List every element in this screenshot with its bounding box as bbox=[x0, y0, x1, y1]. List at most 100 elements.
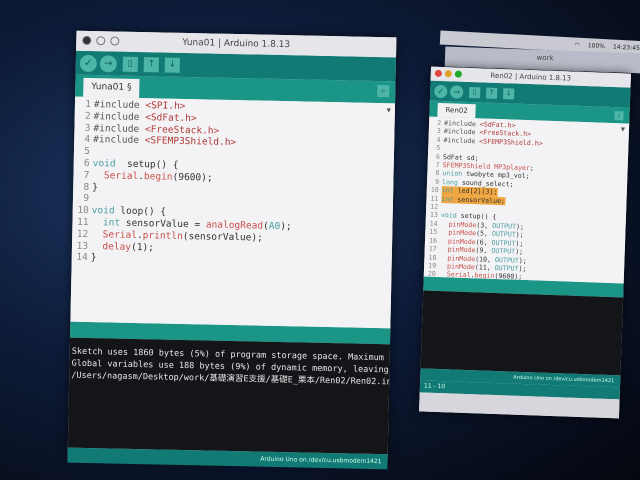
code-token: int bbox=[102, 217, 121, 229]
code-token: loop() { bbox=[114, 205, 167, 218]
code-token: } bbox=[92, 181, 99, 193]
line-number: 1 bbox=[85, 98, 92, 111]
battery-level[interactable]: 100% bbox=[588, 42, 605, 50]
code-token: ); bbox=[515, 230, 524, 240]
code-token: } bbox=[90, 252, 97, 264]
arduino-window-ren02: Ren02 | Arduino 1.8.13 ✓ → ▯ ↑ ↓ Ren02 ⌕… bbox=[419, 66, 631, 419]
code-token: void bbox=[440, 211, 457, 221]
code-token: OUTPUT bbox=[494, 263, 519, 273]
zoom-button[interactable] bbox=[454, 70, 462, 78]
code-editor[interactable]: ▼ 1 #include <SPI.h> 2 #include <SdFat.h> 3 #… bbox=[70, 96, 396, 329]
console-output: Sketch uses 1860 bytes (5%) of program s… bbox=[67, 337, 390, 455]
code-token: ); bbox=[280, 220, 292, 233]
code-token: (6, bbox=[475, 237, 492, 247]
code-token: void bbox=[91, 205, 115, 217]
code-token: OUTPUT bbox=[491, 246, 516, 256]
code-token: OUTPUT bbox=[491, 230, 516, 239]
code-token: int bbox=[441, 194, 454, 204]
code-token: println bbox=[142, 229, 183, 242]
save-button[interactable]: ↓ bbox=[164, 57, 180, 73]
verify-button[interactable]: ✓ bbox=[79, 54, 97, 72]
serial-monitor-icon[interactable]: ⌕ bbox=[377, 85, 390, 98]
zoom-button[interactable] bbox=[110, 36, 120, 46]
code-token: union bbox=[442, 169, 463, 179]
code-token: #include bbox=[93, 134, 145, 147]
line-number: 5 bbox=[84, 146, 91, 158]
code-text: delay(1); bbox=[91, 241, 154, 254]
upload-button[interactable]: → bbox=[450, 84, 464, 99]
code-token: #include bbox=[93, 122, 146, 135]
line-number: 6 bbox=[83, 157, 90, 169]
code-token: Serial bbox=[103, 170, 139, 182]
code-token: (10, bbox=[475, 254, 496, 264]
line-number: 14 bbox=[76, 252, 88, 264]
code-text: } bbox=[91, 252, 97, 264]
minimize-button[interactable] bbox=[444, 70, 452, 78]
code-token: ); bbox=[518, 264, 527, 273]
code-token: int bbox=[441, 186, 454, 195]
code-editor[interactable]: ▼ 2 #include <SdFat.h> 3 #include <FreeStac… bbox=[423, 116, 630, 284]
minimize-button[interactable] bbox=[96, 36, 106, 46]
code-token: long bbox=[441, 177, 459, 187]
code-token: OUTPUT bbox=[494, 255, 519, 265]
code-token: void bbox=[92, 158, 116, 170]
tab-menu-icon[interactable]: ▼ bbox=[387, 105, 391, 117]
new-button[interactable]: ▯ bbox=[469, 86, 481, 98]
code-token: sensorValue = bbox=[119, 217, 206, 231]
code-token: delay bbox=[102, 240, 132, 253]
code-token: begin bbox=[143, 170, 173, 183]
code-token: #include bbox=[443, 135, 480, 146]
code-token: <SdFat.h> bbox=[145, 111, 197, 125]
line-number: 9 bbox=[83, 193, 90, 205]
code-token: ); bbox=[515, 247, 524, 257]
save-button[interactable]: ↓ bbox=[503, 87, 515, 100]
serial-monitor-icon[interactable]: ⌕ bbox=[614, 111, 624, 121]
tab-yuna01[interactable]: Yuna01 § bbox=[83, 77, 140, 99]
code-token: (11, bbox=[474, 263, 495, 272]
code-token: ); bbox=[515, 239, 524, 248]
code-token: ); bbox=[515, 222, 525, 231]
line-number: 8 bbox=[83, 181, 90, 193]
new-button[interactable]: ▯ bbox=[122, 56, 138, 72]
code-token: OUTPUT bbox=[491, 238, 516, 248]
code-token: (1); bbox=[130, 241, 155, 253]
verify-button[interactable]: ✓ bbox=[434, 84, 448, 98]
code-token: <SFEMP3Shield.h> bbox=[479, 137, 543, 148]
close-button[interactable] bbox=[434, 69, 442, 77]
line-number: 13 bbox=[76, 240, 89, 252]
line-number: 4 bbox=[84, 134, 91, 146]
code-token: OUTPUT bbox=[492, 221, 517, 231]
code-token: A0 bbox=[268, 220, 281, 232]
code-token: (sensorValue); bbox=[182, 230, 263, 244]
code-token: sensorValue; bbox=[453, 195, 506, 205]
code-token: (9600); bbox=[172, 171, 213, 184]
code-text: Serial.begin(9600); bbox=[92, 170, 213, 184]
code-token: analogRead bbox=[205, 219, 264, 232]
wifi-icon[interactable]: ◠ bbox=[574, 41, 580, 48]
line-number: 12 bbox=[76, 228, 89, 240]
code-token: <SFEMP3Shield.h> bbox=[144, 135, 237, 149]
code-token: <FreeStack.h> bbox=[144, 123, 220, 137]
code-token: ); bbox=[518, 256, 527, 265]
code-text: } bbox=[92, 182, 98, 194]
open-button[interactable]: ↑ bbox=[486, 87, 498, 99]
line-number: 11 bbox=[76, 216, 89, 228]
clock[interactable]: 14:23:45 bbox=[613, 43, 640, 51]
line-number: 10 bbox=[77, 204, 89, 217]
tab-ren02[interactable]: Ren02 bbox=[437, 102, 476, 119]
arduino-window-yuna01: Yuna01 | Arduino 1.8.13 ✓ → ▯ ↑ ↓ Yuna01… bbox=[67, 30, 397, 470]
code-token: #include bbox=[93, 110, 146, 123]
line-number: 2 bbox=[84, 110, 91, 122]
code-token: #include bbox=[93, 99, 146, 112]
code-token: (5, bbox=[475, 229, 493, 239]
open-button[interactable]: ↑ bbox=[143, 56, 159, 72]
code-token: ; bbox=[529, 164, 535, 173]
upload-button[interactable]: → bbox=[99, 54, 117, 73]
tab-menu-icon[interactable]: ▼ bbox=[621, 125, 625, 134]
close-button[interactable] bbox=[82, 35, 92, 46]
line-number: 3 bbox=[84, 122, 91, 134]
